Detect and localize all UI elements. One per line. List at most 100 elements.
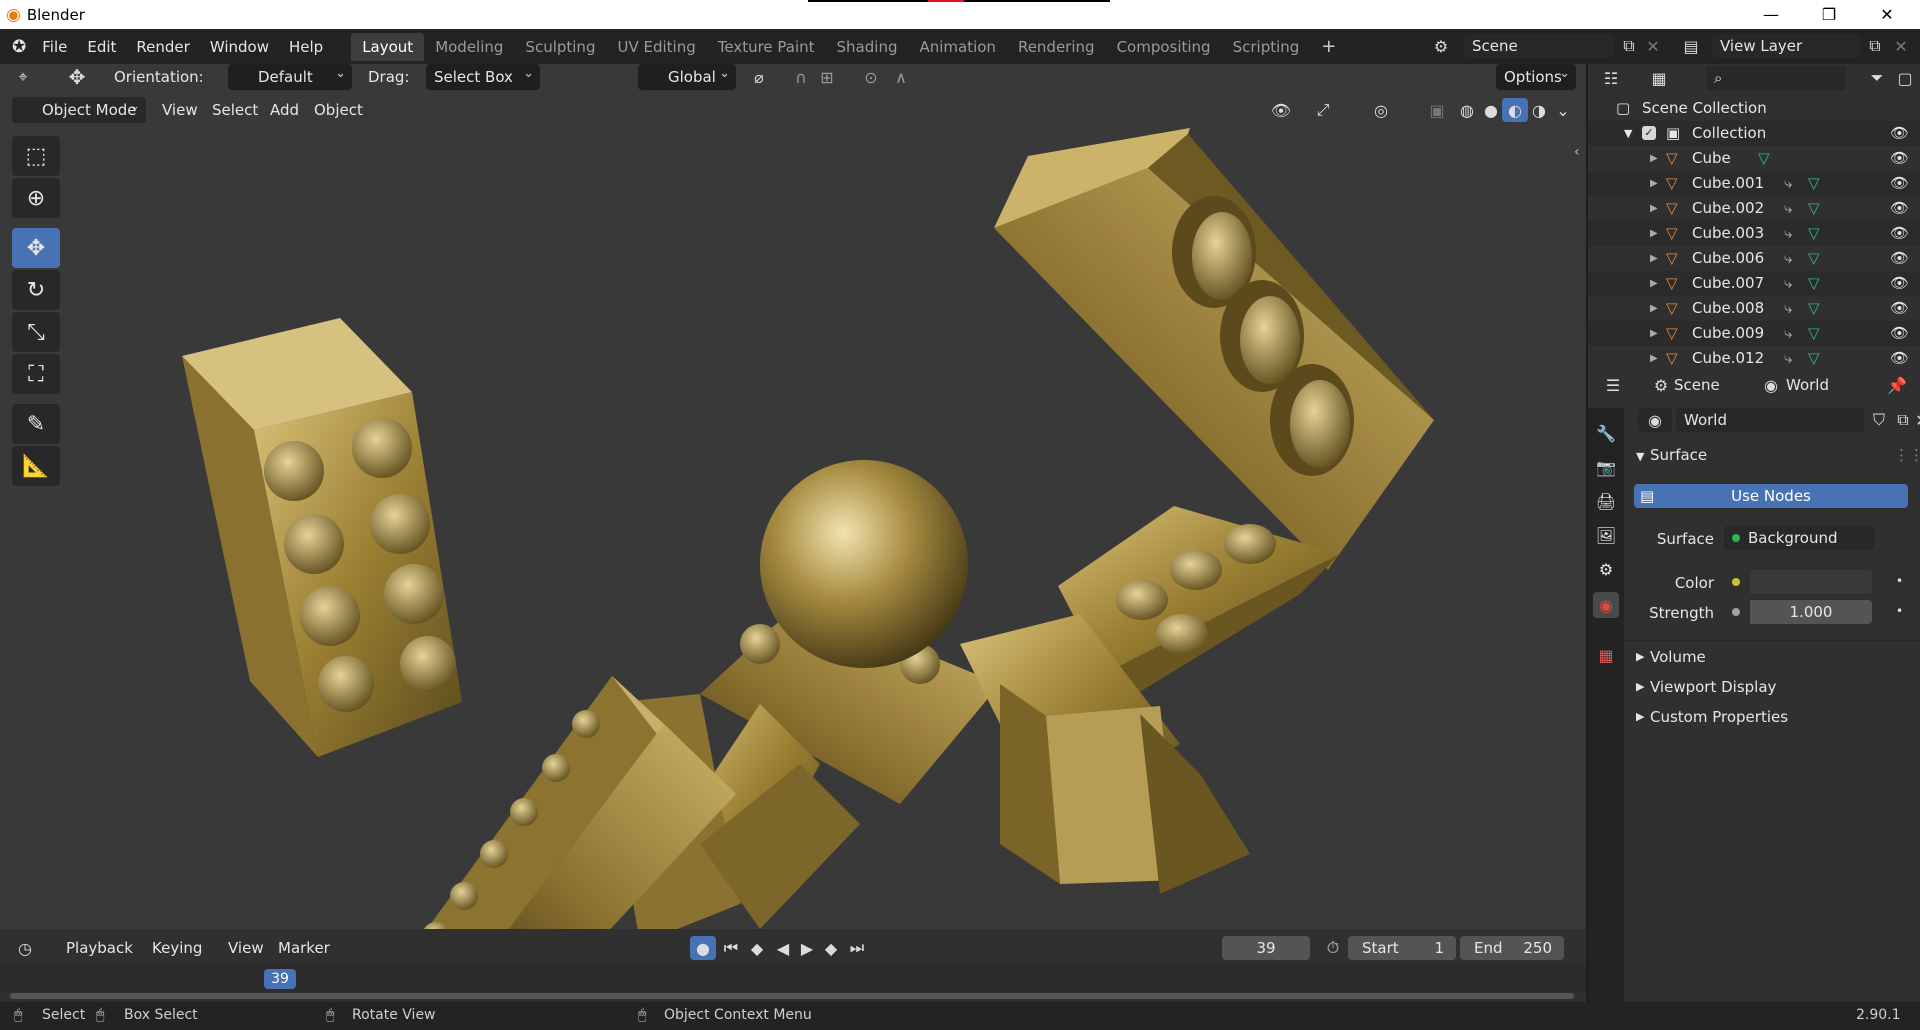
outliner-row-object[interactable]: ▶ ▽ Cube.009 ⤷ ▽ 👁 [1588, 321, 1920, 346]
timeline-menu-marker[interactable]: Marker [278, 936, 330, 960]
eye-icon[interactable]: 👁 [1890, 146, 1909, 171]
eye-icon[interactable]: 👁 [1890, 196, 1909, 221]
outliner-row-object[interactable]: ▶ ▽ Cube.006 ⤷ ▽ 👁 [1588, 246, 1920, 271]
surface-panel-header[interactable]: Surface [1650, 446, 1707, 464]
outliner-row-object[interactable]: ▶ ▽ Cube.001 ⤷ ▽ 👁 [1588, 171, 1920, 196]
texture-tab-icon[interactable]: ▦ [1593, 642, 1619, 668]
world-browse-icon[interactable]: ◉ [1638, 408, 1672, 432]
viewport-menu-add[interactable]: Add [270, 97, 299, 123]
eye-icon[interactable]: 👁 [1890, 246, 1909, 271]
keyframe-dot-icon[interactable]: • [1896, 574, 1903, 588]
chevron-right-icon[interactable]: ▶ [1650, 171, 1658, 196]
eye-icon[interactable]: 👁 [1890, 271, 1909, 296]
display-mode-icon[interactable]: ▦ [1646, 66, 1672, 90]
transform-orientation-dropdown[interactable]: Global [638, 64, 736, 90]
visibility-icon[interactable]: 👁 [1268, 98, 1294, 122]
proportional-edit-icon[interactable]: ⊙ [858, 65, 884, 89]
outliner-row-object[interactable]: ▶ ▽ Cube ▽ 👁 [1588, 146, 1920, 171]
custom-properties-panel-header[interactable]: ▶ Custom Properties [1624, 704, 1920, 734]
menu-window[interactable]: Window [200, 34, 279, 60]
chevron-right-icon[interactable]: ▶ [1650, 221, 1658, 246]
world-name-field[interactable]: World [1676, 408, 1864, 432]
menu-help[interactable]: Help [279, 34, 333, 60]
blender-menu-icon[interactable]: ✪ [12, 37, 26, 57]
jump-start-icon[interactable]: ⏮ [718, 936, 744, 960]
chevron-right-icon[interactable]: ▶ [1650, 146, 1658, 171]
snap-target-icon[interactable]: ⊞ [814, 65, 840, 89]
snap-icon[interactable]: ∩ [788, 65, 814, 89]
material-shading-icon[interactable]: ◐ [1502, 98, 1528, 122]
tab-texture-paint[interactable]: Texture Paint [707, 33, 826, 61]
chevron-right-icon[interactable]: ▶ [1650, 196, 1658, 221]
chevron-down-icon[interactable]: ▼ [1624, 121, 1632, 146]
outliner-row-object[interactable]: ▶ ▽ Cube.007 ⤷ ▽ 👁 [1588, 271, 1920, 296]
end-frame-field[interactable]: End 250 [1460, 936, 1564, 960]
exclude-checkbox[interactable]: ✓ [1642, 126, 1656, 140]
fake-user-icon[interactable]: ⛉ [1866, 408, 1892, 432]
scene-browse-icon[interactable]: ⚙ [1428, 34, 1454, 58]
close-button[interactable]: ✕ [1864, 0, 1910, 29]
new-collection-icon[interactable]: ▢ [1892, 66, 1918, 90]
viewport-menu-select[interactable]: Select [212, 97, 258, 123]
properties-editor-type-icon[interactable]: ☰ [1600, 373, 1626, 397]
solid-shading-icon[interactable]: ● [1478, 98, 1504, 122]
chevron-right-icon[interactable]: ▶ [1650, 246, 1658, 271]
3d-viewport[interactable]: ⌖ ✥ Orientation: Default Drag: Select Bo… [0, 64, 1586, 929]
timeline-menu-view[interactable]: View [228, 936, 264, 960]
orientation-dropdown[interactable]: Default [228, 64, 352, 90]
view-layer-field[interactable]: View Layer [1712, 34, 1860, 58]
keyframe-dot-icon[interactable]: • [1896, 604, 1903, 618]
tab-modeling[interactable]: Modeling [424, 33, 514, 61]
scene-tab-icon[interactable]: ⚙ [1593, 556, 1619, 582]
tab-animation[interactable]: Animation [908, 33, 1006, 61]
view-layer-tab-icon[interactable]: 🖼 [1593, 522, 1619, 548]
viewport-menu-object[interactable]: Object [314, 97, 363, 123]
chevron-down-icon[interactable]: ▼ [1636, 450, 1644, 463]
chevron-right-icon[interactable]: ▶ [1650, 321, 1658, 346]
mode-dropdown[interactable]: Object Mode [12, 94, 146, 123]
eye-icon[interactable]: 👁 [1890, 321, 1909, 346]
tab-scripting[interactable]: Scripting [1222, 33, 1311, 61]
drag-dropdown[interactable]: Select Box [426, 64, 540, 90]
tab-sculpting[interactable]: Sculpting [514, 33, 606, 61]
timeline-editor-type-icon[interactable]: ◷ [12, 936, 38, 960]
menu-render[interactable]: Render [126, 34, 199, 60]
outliner-row-scene-collection[interactable]: ▢ Scene Collection [1588, 96, 1920, 121]
play-icon[interactable]: ▶ [794, 936, 820, 960]
strength-field[interactable]: 1.000 [1724, 600, 1874, 624]
eye-icon[interactable]: 👁 [1890, 221, 1909, 246]
xray-icon[interactable]: ▣ [1424, 98, 1450, 122]
timeline-scrollbar[interactable] [10, 993, 1574, 999]
outliner-row-object[interactable]: ▶ ▽ Cube.002 ⤷ ▽ 👁 [1588, 196, 1920, 221]
eye-icon[interactable]: 👁 [1890, 171, 1909, 196]
tab-rendering[interactable]: Rendering [1007, 33, 1106, 61]
view-layer-browse-icon[interactable]: ▤ [1678, 34, 1704, 58]
falloff-icon[interactable]: ∧ [888, 65, 914, 89]
viewport-display-panel-header[interactable]: ▶ Viewport Display [1624, 674, 1920, 704]
output-tab-icon[interactable]: 🖨 [1593, 488, 1619, 514]
play-reverse-icon[interactable]: ◀ [770, 936, 796, 960]
rendered-shading-icon[interactable]: ◑ [1526, 98, 1552, 122]
new-view-layer-icon[interactable]: ⧉ [1862, 34, 1888, 58]
tab-uv-editing[interactable]: UV Editing [606, 33, 706, 61]
tab-layout[interactable]: Layout [351, 32, 425, 61]
timeline-menu-keying[interactable]: Keying [152, 936, 202, 960]
strength-value[interactable]: 1.000 [1750, 600, 1872, 624]
tab-shading[interactable]: Shading [826, 33, 909, 61]
pin-icon[interactable]: 📌 [1884, 373, 1910, 397]
pivot-icon[interactable]: ⌀ [746, 65, 772, 89]
minimize-button[interactable]: — [1748, 0, 1794, 29]
overlays-icon[interactable]: ◎ [1368, 98, 1394, 122]
outliner-row-object[interactable]: ▶ ▽ Cube.003 ⤷ ▽ 👁 [1588, 221, 1920, 246]
start-frame-field[interactable]: Start 1 [1348, 936, 1456, 960]
viewport-menu-view[interactable]: View [162, 97, 198, 123]
add-workspace-button[interactable]: + [1310, 33, 1347, 61]
color-field[interactable] [1724, 570, 1874, 594]
surface-shader-field[interactable]: Background [1724, 526, 1874, 550]
auto-keying-icon[interactable]: ● [690, 936, 716, 960]
use-nodes-button[interactable]: ▤ Use Nodes [1634, 484, 1908, 508]
filter-icon[interactable]: ⏷ [1864, 66, 1890, 90]
options-dropdown[interactable]: Options [1496, 64, 1576, 90]
unlink-world-icon[interactable]: ✕ [1914, 408, 1920, 432]
timeline-menu-playback[interactable]: Playback [66, 936, 133, 960]
